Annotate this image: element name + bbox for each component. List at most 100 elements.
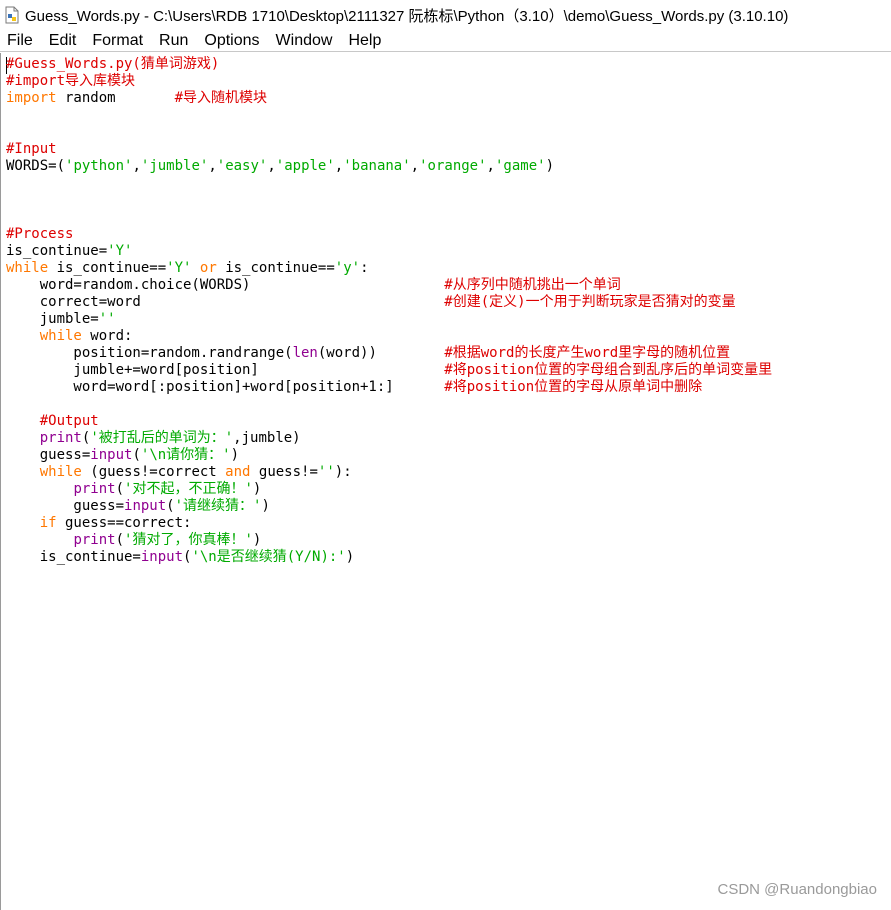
code-token: #将position位置的字母组合到乱序后的单词变量里 bbox=[444, 362, 773, 378]
code-token: ) bbox=[252, 532, 262, 548]
code-line: #Output bbox=[6, 413, 772, 430]
menu-options[interactable]: Options bbox=[197, 30, 268, 52]
code-token: ( bbox=[115, 481, 125, 497]
code-line: jumble='' bbox=[6, 311, 772, 328]
code-token: '请继续猜：' bbox=[174, 498, 262, 514]
code-token: guess!= bbox=[250, 464, 318, 480]
code-token: #Input bbox=[6, 141, 57, 157]
code-token: ) bbox=[261, 498, 270, 514]
code-token: guess= bbox=[6, 498, 125, 514]
code-line: word=word[:position]+word[position+1:] #… bbox=[6, 379, 772, 396]
code-token: '被打乱后的单词为：' bbox=[90, 430, 234, 446]
code-token: or bbox=[199, 260, 217, 276]
code-line: if guess==correct: bbox=[6, 515, 772, 532]
code-token: #从序列中随机挑出一个单词 bbox=[444, 277, 621, 293]
code-token: ( bbox=[166, 498, 175, 514]
code-token: while bbox=[6, 260, 49, 276]
code-token: (word)) bbox=[317, 345, 445, 361]
code-line: guess=input('请继续猜：') bbox=[6, 498, 772, 515]
code-token: while bbox=[39, 464, 82, 480]
menu-run[interactable]: Run bbox=[152, 30, 197, 52]
code-token: #Guess_Words.py(猜单词游戏) bbox=[6, 56, 220, 72]
menu-edit[interactable]: Edit bbox=[42, 30, 86, 52]
code-token: import bbox=[6, 90, 57, 106]
code-token: print bbox=[73, 481, 116, 497]
code-token: , bbox=[132, 158, 141, 174]
code-token: ) bbox=[252, 481, 262, 497]
code-token: correct=word bbox=[6, 294, 445, 310]
menu-file[interactable]: File bbox=[0, 30, 42, 52]
code-token: input bbox=[140, 549, 184, 565]
code-token: ) bbox=[230, 447, 240, 463]
code-token: word=random.choice(WORDS) bbox=[6, 277, 445, 293]
code-token: '对不起，不正确！' bbox=[124, 481, 253, 497]
code-line: is_continue='Y' bbox=[6, 243, 772, 260]
code-token: , bbox=[208, 158, 217, 174]
menu-help[interactable]: Help bbox=[341, 30, 390, 52]
code-token: is_continue== bbox=[48, 260, 167, 276]
code-token: (guess!=correct bbox=[81, 464, 226, 480]
code-token: '猜对了，你真棒！' bbox=[124, 532, 253, 548]
code-line: while (guess!=correct and guess!=''): bbox=[6, 464, 772, 481]
code-token: 'jumble' bbox=[140, 158, 209, 174]
code-token: #Output bbox=[39, 413, 99, 429]
watermark: CSDN @Ruandongbiao bbox=[717, 881, 878, 898]
code-token: #Process bbox=[6, 226, 74, 242]
code-line: jumble+=word[position] #将position位置的字母组合… bbox=[6, 362, 772, 379]
code-token: , bbox=[267, 158, 276, 174]
code-token: word=word[:position]+word[position+1:] bbox=[6, 379, 445, 395]
code-token: ): bbox=[334, 464, 352, 480]
code-token: input bbox=[90, 447, 133, 463]
code-line: while word: bbox=[6, 328, 772, 345]
code-line: print('被打乱后的单词为：',jumble) bbox=[6, 430, 772, 447]
menu-window[interactable]: Window bbox=[269, 30, 342, 52]
code-token: input bbox=[124, 498, 167, 514]
code-token: ( bbox=[115, 532, 125, 548]
code-token: '\n请你猜：' bbox=[140, 447, 231, 463]
window-title: Guess_Words.py - C:\Users\RDB 1710\Deskt… bbox=[25, 7, 789, 25]
code-line: is_continue=input('\n是否继续猜(Y/N):') bbox=[6, 549, 772, 566]
code-token: , bbox=[334, 158, 344, 174]
code-text[interactable]: #Guess_Words.py(猜单词游戏) #import导入库模块 import… bbox=[6, 56, 772, 566]
code-line: while is_continue=='Y' or is_continue=='… bbox=[6, 260, 772, 277]
code-token: 'python' bbox=[65, 158, 133, 174]
code-line: #Process bbox=[6, 226, 772, 243]
code-token: #创建(定义)一个用于判断玩家是否猜对的变量 bbox=[444, 294, 736, 310]
code-token: #将position位置的字母从原单词中删除 bbox=[444, 379, 703, 395]
code-token: : bbox=[360, 260, 369, 276]
code-token: guess= bbox=[6, 447, 91, 463]
menu-format[interactable]: Format bbox=[85, 30, 152, 52]
code-token: ) bbox=[545, 158, 554, 174]
code-line: correct=word #创建(定义)一个用于判断玩家是否猜对的变量 bbox=[6, 294, 772, 311]
code-token: 'banana' bbox=[343, 158, 411, 174]
code-token: ) bbox=[345, 549, 355, 565]
code-token: '' bbox=[98, 311, 116, 327]
code-token: while bbox=[39, 328, 82, 344]
code-token: 'orange' bbox=[419, 158, 487, 174]
code-line: position=random.randrange(len(word)) #根据… bbox=[6, 345, 772, 362]
code-line: print('对不起，不正确！') bbox=[6, 481, 772, 498]
code-token: 'Y' bbox=[107, 243, 133, 259]
menu-bar: File Edit Format Run Options Window Help bbox=[0, 30, 891, 52]
code-token: is_continue= bbox=[6, 243, 108, 259]
code-token: #import导入库模块 bbox=[6, 73, 136, 89]
code-token: word: bbox=[81, 328, 133, 344]
code-token: WORDS=( bbox=[6, 158, 66, 174]
code-token: , bbox=[410, 158, 420, 174]
code-token: position=random.randrange( bbox=[6, 345, 293, 361]
code-token: 'game' bbox=[494, 158, 546, 174]
code-token: 'Y' bbox=[166, 260, 192, 276]
code-line: #Guess_Words.py(猜单词游戏) bbox=[6, 56, 772, 73]
code-token: 'easy' bbox=[216, 158, 268, 174]
